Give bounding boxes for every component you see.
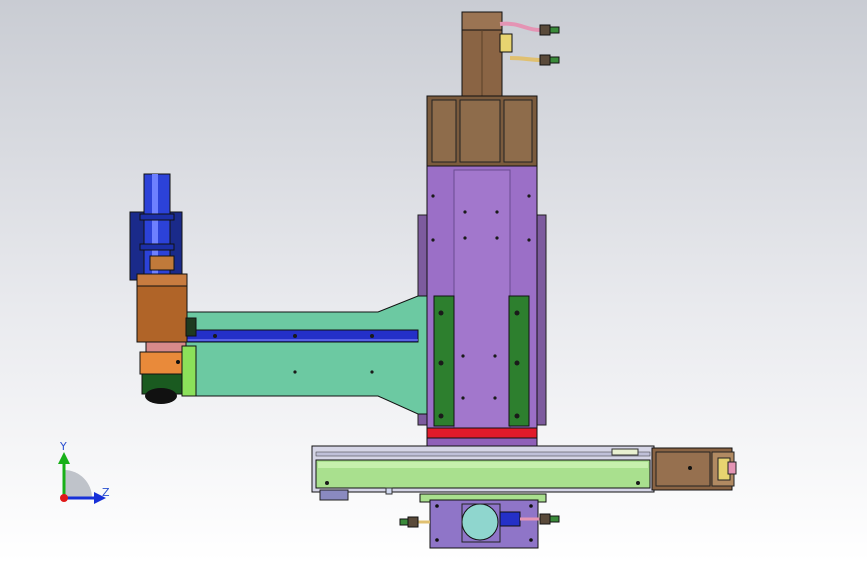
horizontal-arm[interactable] <box>181 295 428 415</box>
z-axis-label: Z <box>102 486 110 499</box>
top-servo-motor[interactable] <box>461 11 560 97</box>
cad-viewport[interactable]: Y Z <box>0 0 867 562</box>
right-rail-motor[interactable] <box>651 447 737 491</box>
bottom-linear-rail[interactable] <box>311 445 655 501</box>
left-rotary-head[interactable] <box>129 173 197 404</box>
y-axis-label: Y <box>59 440 67 453</box>
vertical-column[interactable] <box>417 95 547 457</box>
x-axis-origin <box>60 494 68 502</box>
axis-triad: Y Z <box>58 440 110 504</box>
bottom-carriage-motor[interactable] <box>399 493 560 549</box>
